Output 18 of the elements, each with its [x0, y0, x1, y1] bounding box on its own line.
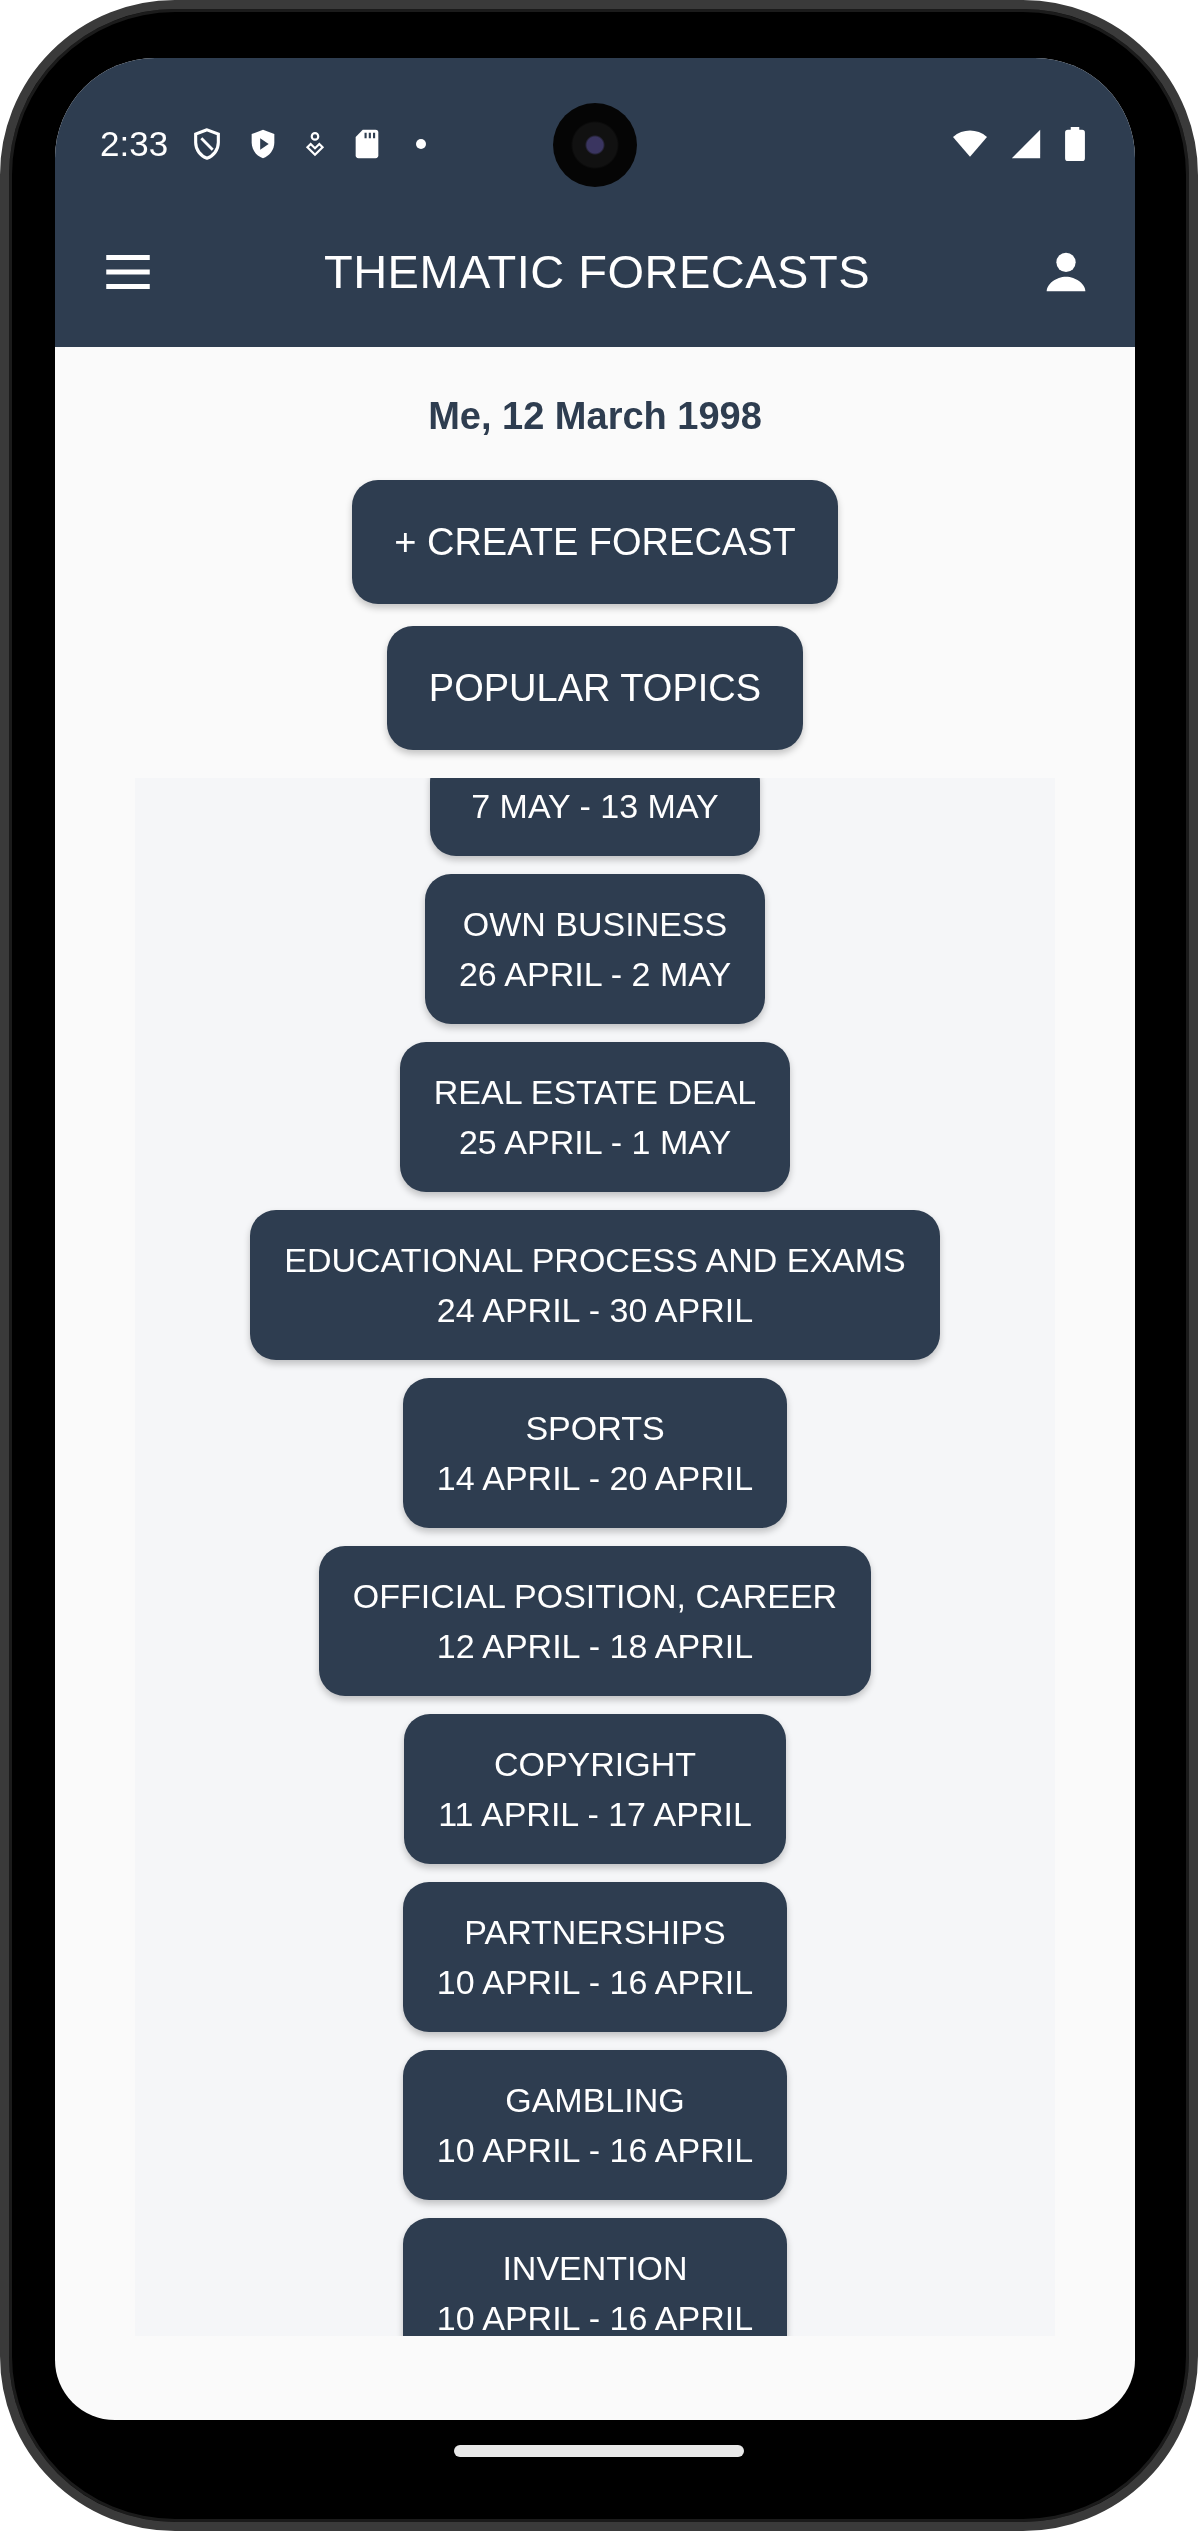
forecast-button[interactable]: OFFICIAL POSITION, CAREER 12 APRIL - 18 APRIL	[318, 1546, 872, 1696]
forecast-button[interactable]: OWN BUSINESS 26 APRIL - 2 MAY	[424, 874, 766, 1024]
forecast-button[interactable]: PARTNERSHIPS 10 APRIL - 16 APRIL	[402, 1882, 788, 2032]
create-forecast-button[interactable]: + CREATE FORECAST	[352, 480, 838, 604]
forecast-button[interactable]: INVENTION 10 APRIL - 16 APRIL	[402, 2218, 788, 2336]
signal-icon	[1009, 127, 1043, 161]
app-title: THEMATIC FORECASTS	[323, 244, 870, 299]
notification-dot-icon	[416, 139, 427, 149]
forecast-button[interactable]: EDUCATIONAL PROCESS AND EXAMS 24 APRIL - 30 APRIL	[250, 1210, 940, 1360]
forecast-button[interactable]: COPYRIGHT 11 APRIL - 17 APRIL	[404, 1714, 786, 1864]
battery-icon	[1065, 127, 1085, 161]
forecast-button[interactable]: REAL ESTATE DEAL 25 APRIL - 1 MAY	[399, 1042, 791, 1192]
status-time: 2:33	[100, 124, 169, 164]
date-heading: Me, 12 March 1998	[428, 395, 762, 438]
forecast-button[interactable]: SPORTS 14 APRIL - 20 APRIL	[402, 1378, 788, 1528]
forecast-button[interactable]: 7 MAY - 13 MAY	[430, 778, 760, 856]
forecast-button[interactable]: GAMBLING 10 APRIL - 16 APRIL	[402, 2050, 788, 2200]
popular-topics-button[interactable]: POPULAR TOPICS	[386, 626, 804, 750]
